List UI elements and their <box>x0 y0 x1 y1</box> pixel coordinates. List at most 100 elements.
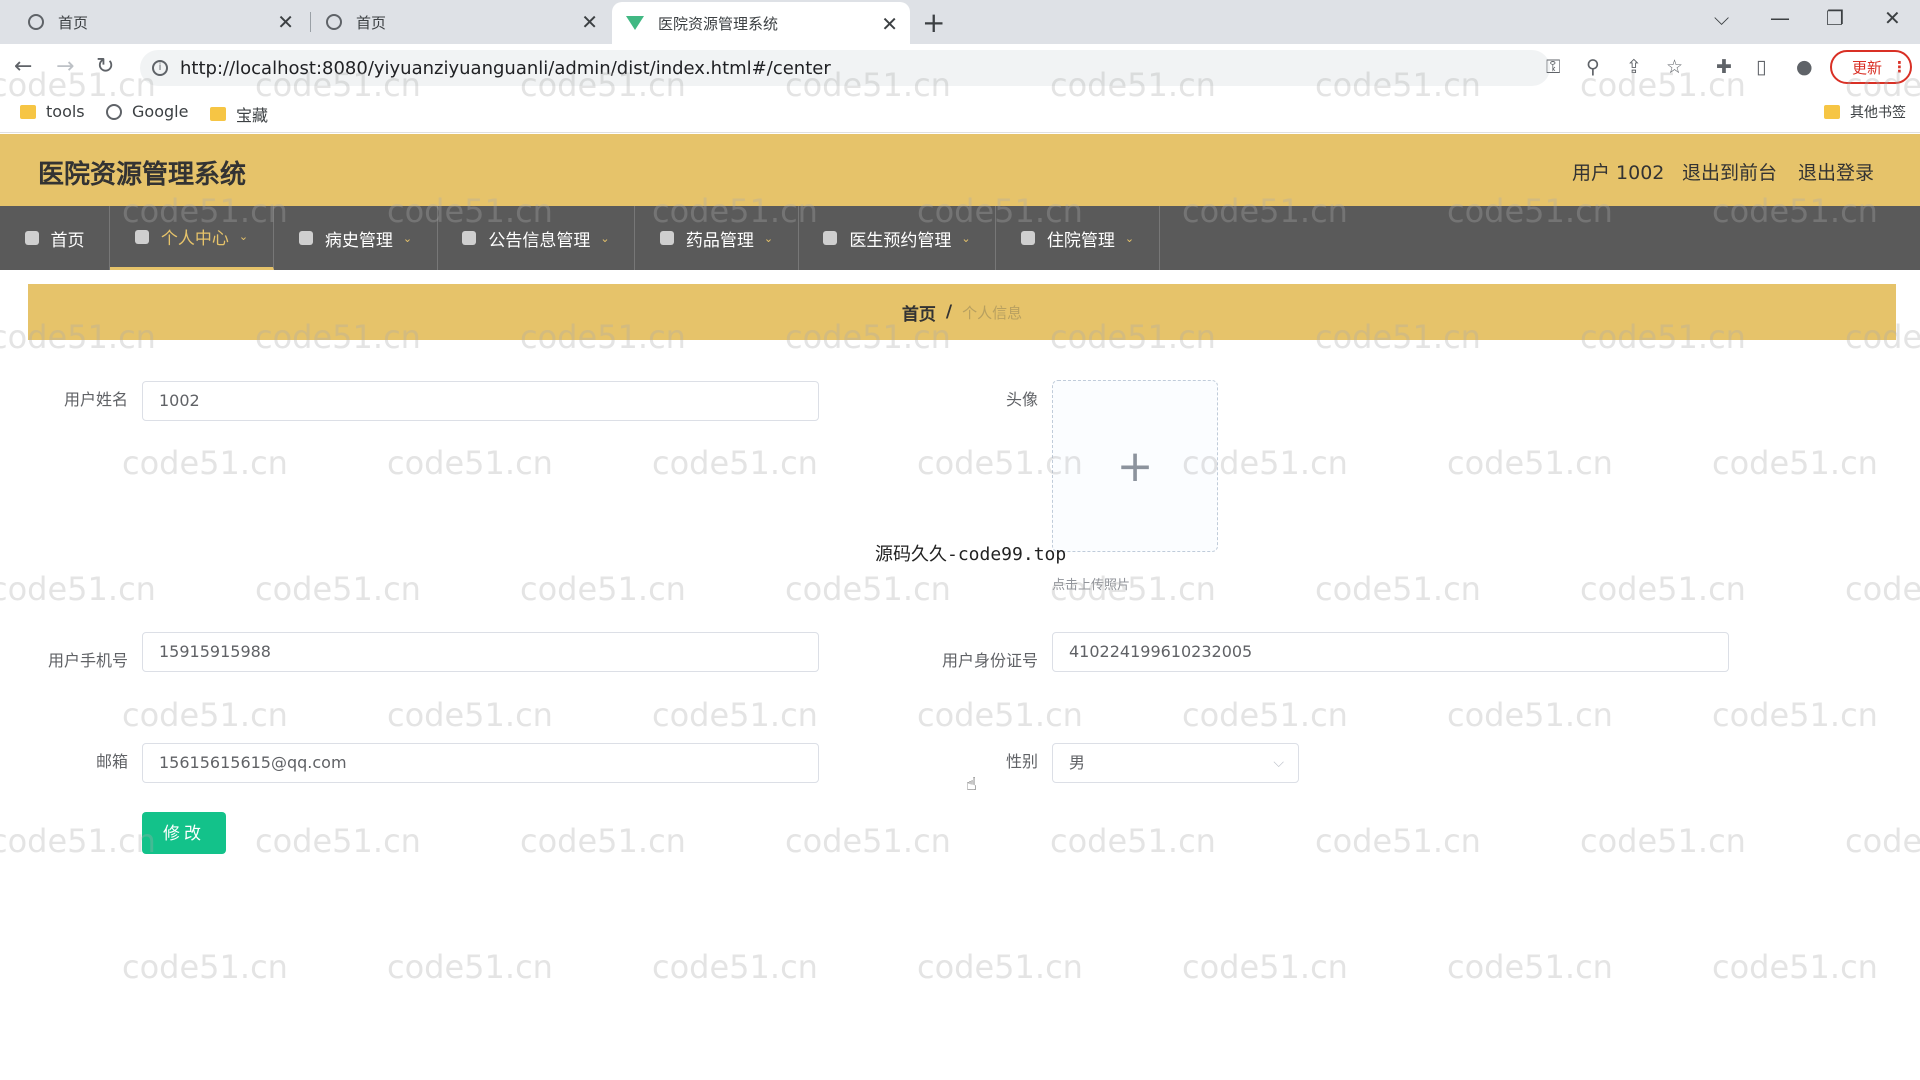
clipboard-icon <box>1020 231 1035 245</box>
menu-label: 公告信息管理 <box>488 230 591 251</box>
watermark-text: code51.cn <box>917 948 1083 986</box>
share-icon[interactable]: ⇪ <box>1626 56 1642 78</box>
url-bar[interactable]: i http://localhost:8080/yiyuanziyuanguan… <box>140 50 1550 86</box>
gender-label: 性别 <box>1005 752 1038 771</box>
close-tab-icon[interactable]: ✕ <box>277 10 294 34</box>
profile-icon[interactable]: ● <box>1796 56 1813 78</box>
watermark-text: code51.cn <box>1712 948 1878 986</box>
menu-label: 医生预约管理 <box>849 230 952 251</box>
menu-item-appointments[interactable]: 医生预约管理 ⌄ <box>799 206 996 270</box>
watermark-text: code51.cn <box>1447 948 1613 986</box>
current-user: 用户 1002 <box>1572 162 1665 184</box>
bookmark-star-icon[interactable]: ☆ <box>1666 56 1683 78</box>
source-overlay-text: 源码久久-code99.top <box>875 544 1067 565</box>
tab-title: 首页 <box>58 13 89 32</box>
gender-select[interactable]: 男 ⌵ <box>1052 743 1299 783</box>
watermark-text: code51.cn <box>122 948 288 986</box>
address-bar: ← → ↻ i http://localhost:8080/yiyuanziyu… <box>0 44 1920 92</box>
username-label: 用户姓名 <box>63 390 128 409</box>
menu-label: 住院管理 <box>1046 230 1115 251</box>
browser-tab-active[interactable]: 医院资源管理系统 ✕ <box>612 2 910 44</box>
close-tab-icon[interactable]: ✕ <box>881 12 898 36</box>
breadcrumb-home[interactable]: 首页 <box>902 300 936 325</box>
chevron-down-icon: ⌵ <box>1273 755 1284 771</box>
phone-input[interactable]: 15915915988 <box>142 632 819 672</box>
browser-tab-bar: 首页 ✕ 首页 ✕ 医院资源管理系统 ✕ + ⌵ — ❐ ✕ <box>0 0 1920 44</box>
bookmark-treasure[interactable]: 宝藏 <box>210 102 268 126</box>
new-tab-button[interactable]: + <box>922 6 945 39</box>
url-text[interactable]: http://localhost:8080/yiyuanziyuanguanli… <box>180 58 831 79</box>
bookmark-label: tools <box>46 102 85 121</box>
main-nav-menu: 首页 个人中心 ⌄ 病史管理 ⌄ 公告信息管理 ⌄ 药品管理 ⌄ 医生预约管理 … <box>0 206 1920 270</box>
folder-icon <box>20 104 36 119</box>
upload-tip: 点击上传照片 <box>1052 578 1131 593</box>
bookmark-google[interactable]: Google <box>106 102 188 121</box>
history-icon <box>298 231 313 245</box>
avatar-uploader[interactable]: + <box>1052 380 1218 552</box>
watermark-text: code51.cn <box>652 948 818 986</box>
profile-form <box>28 352 1896 904</box>
reload-icon[interactable]: ↻ <box>96 54 114 79</box>
menu-item-personal-center[interactable]: 个人中心 ⌄ <box>110 206 274 270</box>
bookmark-other[interactable]: 其他书签 <box>1824 102 1906 122</box>
breadcrumb: 首页 / 个人信息 <box>28 284 1896 340</box>
folder-icon <box>1824 105 1840 119</box>
menu-item-home[interactable]: 首页 <box>0 206 110 270</box>
chevron-down-icon: ⌄ <box>600 231 610 245</box>
tab-title: 医院资源管理系统 <box>658 14 779 33</box>
user-icon <box>134 229 149 244</box>
bookmark-label: Google <box>132 102 189 121</box>
close-window-icon[interactable]: ✕ <box>1884 6 1901 30</box>
minimize-icon[interactable]: — <box>1770 6 1790 30</box>
sidebar-icon[interactable]: ▯ <box>1756 56 1766 78</box>
home-icon <box>24 231 39 245</box>
tab-search-icon[interactable]: ⌵ <box>1714 6 1729 30</box>
menu-label: 病史管理 <box>324 230 393 251</box>
zoom-icon[interactable]: ⚲ <box>1586 56 1600 78</box>
id-number-input[interactable]: 410224199610232005 <box>1052 632 1729 672</box>
breadcrumb-separator: / <box>945 302 953 322</box>
bookmark-tools[interactable]: tools <box>20 102 85 121</box>
watermark-text: code51.cn <box>1182 948 1348 986</box>
app-title: 医院资源管理系统 <box>38 160 247 190</box>
username-input[interactable]: 1002 <box>142 381 819 421</box>
menu-item-history[interactable]: 病史管理 ⌄ <box>274 206 438 270</box>
watermark-text: code51.cn <box>387 948 553 986</box>
menu-label: 个人中心 <box>160 229 229 249</box>
gender-value: 男 <box>1069 753 1086 772</box>
maximize-icon[interactable]: ❐ <box>1826 6 1844 30</box>
chevron-down-icon: ⌄ <box>238 230 249 243</box>
exit-to-frontend-link[interactable]: 退出到前台 <box>1682 158 1777 185</box>
browser-tab-2[interactable]: 首页 ✕ <box>310 0 610 44</box>
email-input[interactable]: 15615615615@qq.com <box>142 743 819 783</box>
update-label: 更新 <box>1852 58 1883 77</box>
submit-button[interactable]: 修改 <box>142 812 226 854</box>
info-icon[interactable]: i <box>152 60 168 76</box>
hand-cursor-icon: ☝ <box>966 774 977 795</box>
chevron-down-icon: ⌄ <box>402 231 413 245</box>
forward-icon[interactable]: → <box>56 54 74 79</box>
update-button[interactable]: 更新 ⋮ <box>1830 50 1912 84</box>
menu-item-medicine[interactable]: 药品管理 ⌄ <box>635 206 799 270</box>
menu-label: 首页 <box>50 230 85 251</box>
plus-icon: + <box>1116 440 1154 492</box>
globe-icon <box>326 14 342 30</box>
logout-link[interactable]: 退出登录 <box>1798 158 1874 185</box>
id-number-label: 用户身份证号 <box>941 651 1038 670</box>
breadcrumb-current: 个人信息 <box>962 303 1023 322</box>
medicine-icon <box>659 231 674 245</box>
notice-icon <box>462 231 477 245</box>
chevron-down-icon: ⌄ <box>763 231 774 245</box>
menu-item-notices[interactable]: 公告信息管理 ⌄ <box>438 206 635 270</box>
close-tab-icon[interactable]: ✕ <box>581 10 598 34</box>
key-icon[interactable]: ⚿ <box>1546 56 1560 78</box>
avatar-label: 头像 <box>1005 390 1038 409</box>
browser-tab-1[interactable]: 首页 ✕ <box>0 0 306 44</box>
app-header: 医院资源管理系统 用户 1002 退出到前台 退出登录 <box>0 134 1920 206</box>
chevron-down-icon: ⌄ <box>961 231 971 245</box>
bookmark-label: 宝藏 <box>236 106 269 125</box>
extensions-icon[interactable]: ✚ <box>1716 56 1732 78</box>
globe-icon <box>28 14 44 30</box>
back-icon[interactable]: ← <box>14 54 32 79</box>
menu-item-hospitalization[interactable]: 住院管理 ⌄ <box>996 206 1160 270</box>
